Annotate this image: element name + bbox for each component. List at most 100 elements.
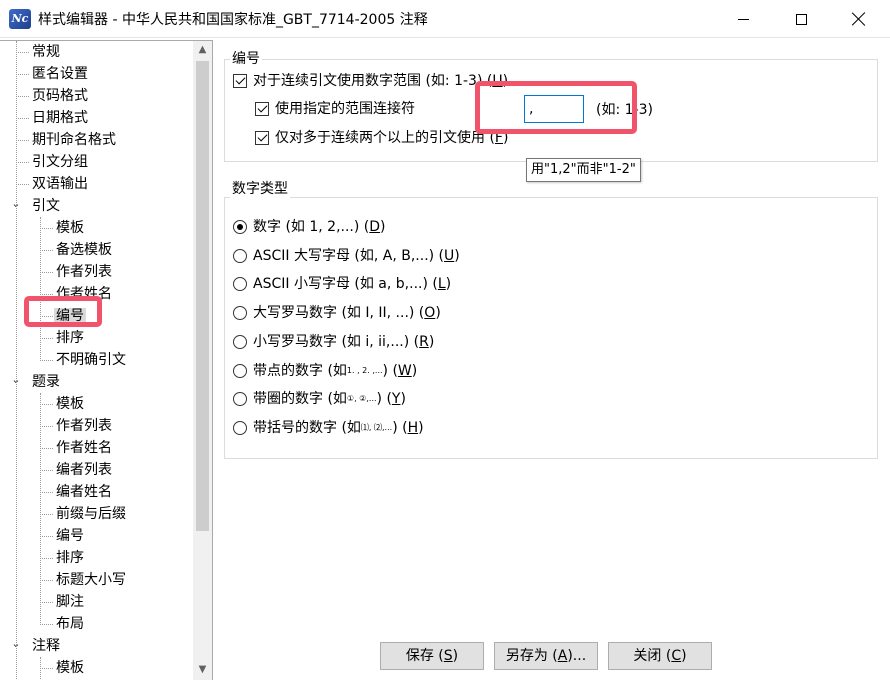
number-type-option[interactable]: ASCII 小写字母 (如 a, b,...) (L) [233, 273, 451, 295]
number-type-option[interactable]: 小写罗马数字 (如 i, ii,...) (R) [233, 331, 434, 353]
number-type-option[interactable]: 大写罗马数字 (如 I, II, ...) (O) [233, 302, 441, 324]
tree-item[interactable]: 模板 [56, 217, 84, 239]
minimize-button[interactable] [714, 0, 772, 38]
numbering-group-title: 编号 [230, 48, 262, 68]
number-type-option[interactable]: ASCII 大写字母 (如, A, B,...) (U) [233, 245, 460, 267]
tree-connector [40, 316, 53, 317]
number-type-suffix: ) [418, 419, 424, 436]
tree-item[interactable]: 模板 [56, 393, 84, 415]
tree-item[interactable]: 作者列表 [56, 261, 112, 283]
tree-item[interactable]: 标题大小写 [56, 569, 126, 591]
tree-trunk-line [16, 41, 17, 679]
tree-item[interactable]: 编者姓名 [56, 481, 112, 503]
tree-item[interactable]: 注释 [32, 635, 60, 657]
number-type-option[interactable]: 带点的数字 (如 1. , 2. ,...) (W) [233, 360, 417, 382]
tree-connector [40, 426, 53, 427]
tree-item-label: 编者姓名 [56, 484, 112, 500]
use-range-separator-checkbox[interactable]: 使用指定的范围连接符 [255, 98, 415, 120]
only-more-than-two-accel: F [494, 130, 503, 146]
use-number-range-box[interactable] [233, 74, 247, 88]
only-more-than-two-label: 仅对多于连续两个以上的引文使用 ( [275, 130, 495, 146]
radio-button[interactable] [233, 306, 247, 321]
radio-button[interactable] [233, 220, 247, 234]
save-button[interactable]: 保存 (S) [380, 642, 484, 670]
scroll-down-arrow-icon[interactable]: ▼ [193, 661, 212, 679]
tree-connector [16, 184, 29, 185]
tree-item[interactable]: 脚注 [56, 591, 84, 613]
tree-item[interactable]: 作者姓名 [56, 283, 112, 305]
number-type-option[interactable]: 带圈的数字 (如 ①, ②,...) (Y) [233, 388, 406, 410]
tree-item-label: 编者列表 [56, 462, 112, 478]
radio-button[interactable] [233, 363, 247, 378]
maximize-button[interactable] [772, 0, 830, 38]
tree-item-label: 模板 [56, 220, 84, 236]
range-separator-input[interactable] [524, 95, 584, 123]
tree-item[interactable]: 编号 [56, 525, 84, 547]
tree-item[interactable]: 双语输出 [32, 173, 88, 195]
tree-item[interactable]: 引文分组 [32, 151, 88, 173]
close-button[interactable]: 关闭 (C) [608, 642, 712, 670]
number-type-option[interactable]: 带括号的数字 (如 ⑴, ⑵,...) (H) [233, 417, 424, 439]
scroll-thumb[interactable] [196, 61, 209, 531]
tree-item[interactable]: 题录 [32, 371, 60, 393]
tree-item-label: 作者姓名 [56, 440, 112, 456]
tree-item[interactable]: 匿名设置 [32, 63, 88, 85]
tree-scrollbar[interactable]: ▲ ▼ [193, 41, 212, 680]
tree-connector [16, 162, 29, 163]
tree-item[interactable]: 作者姓名 [56, 437, 112, 459]
tree-item[interactable]: 常规 [32, 41, 60, 63]
tree-item-label: 题录 [32, 374, 60, 390]
radio-button[interactable] [233, 334, 247, 349]
maximize-icon [795, 13, 807, 25]
save-as-button[interactable]: 另存为 (A)... [494, 642, 598, 670]
number-type-accel: D [369, 219, 381, 235]
number-type-suffix: ) [380, 219, 386, 235]
tree-connector [16, 96, 29, 97]
radio-button[interactable] [233, 248, 247, 263]
use-range-separator-box[interactable] [255, 102, 269, 116]
tree-item-label: 双语输出 [32, 176, 88, 192]
only-more-than-two-checkbox[interactable]: 仅对多于连续两个以上的引文使用 (F) [255, 127, 508, 149]
tree-item-label: 模板 [56, 660, 84, 676]
radio-button[interactable] [233, 392, 247, 407]
number-type-suffix: ) [400, 391, 406, 408]
number-type-suffix: ) [454, 247, 460, 264]
tree-connector [16, 52, 29, 53]
number-type-label: 数字 (如 1, 2,...) ( [253, 219, 370, 235]
tree-item[interactable]: 备选模板 [56, 239, 112, 261]
close-window-button[interactable] [830, 0, 888, 38]
tree-item[interactable]: 编号 [54, 305, 86, 327]
tree-item[interactable]: 引文 [32, 195, 60, 217]
tree-connector [40, 492, 53, 493]
only-more-than-two-box[interactable] [255, 131, 269, 145]
tree-branch-line [40, 657, 41, 680]
tree-connector [40, 668, 53, 669]
app-icon: Nc [9, 9, 31, 29]
tree-item[interactable]: 排序 [56, 327, 84, 349]
radio-button[interactable] [233, 277, 247, 292]
radio-button[interactable] [233, 420, 247, 435]
tree-item[interactable]: 不明确引文 [56, 349, 126, 371]
tree-item[interactable]: 布局 [56, 613, 84, 635]
tree-item-label: 编号 [54, 308, 86, 324]
tree-connector [40, 624, 53, 625]
tree-item[interactable]: 日期格式 [32, 107, 88, 129]
number-type-label: 带点的数字 (如 [253, 362, 347, 379]
tree-item-label: 标题大小写 [56, 572, 126, 588]
tree-item[interactable]: 编者列表 [56, 459, 112, 481]
number-type-option[interactable]: 数字 (如 1, 2,...) (D) [233, 216, 386, 238]
tree-item[interactable]: 模板 [56, 657, 84, 679]
tree-item[interactable]: 页码格式 [32, 85, 88, 107]
tree-item[interactable]: 作者列表 [56, 415, 112, 437]
scroll-up-arrow-icon[interactable]: ▲ [193, 41, 212, 59]
use-number-range-checkbox[interactable]: 对于连续引文使用数字范围 (如: 1-3) (U) [233, 70, 508, 92]
tree-item-label: 作者列表 [56, 418, 112, 434]
number-type-group-title: 数字类型 [230, 178, 290, 198]
tree-item[interactable]: 期刊命名格式 [32, 129, 116, 151]
save-as-accel: A [557, 648, 568, 664]
tree-item[interactable]: 排序 [56, 547, 84, 569]
number-type-label: 带圈的数字 (如 [253, 391, 347, 408]
tree-item[interactable]: 前缀与后缀 [56, 503, 126, 525]
tree-connector [40, 360, 53, 361]
tree-connector [40, 294, 53, 295]
